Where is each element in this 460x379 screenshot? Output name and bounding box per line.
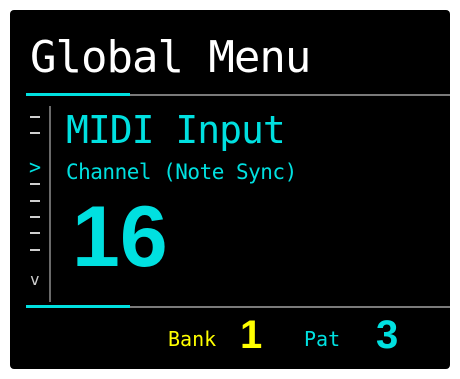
footer-rule-accent [26,305,130,308]
scroll-down-icon: v [30,270,40,289]
pattern-label: Pat [304,327,341,351]
header-rule-accent [26,93,130,96]
menu-scroll-indicator: > v [24,108,44,298]
scroll-tick [30,232,40,234]
device-screen: Global Menu > v MIDI Input Channel (Note… [10,10,450,369]
scroll-tick [30,183,40,185]
selection-cursor-icon: > [29,155,42,179]
page-title: Global Menu [30,32,311,83]
scroll-divider [49,106,51,302]
menu-item-sublabel: Channel (Note Sync) [66,160,297,184]
scroll-tick [30,132,40,134]
header-rule [130,94,450,96]
scroll-tick [30,200,40,202]
footer-rule [130,306,450,308]
scroll-tick [30,216,40,218]
bank-label: Bank [168,327,217,351]
pattern-value: 3 [376,313,399,357]
bank-value: 1 [240,313,263,357]
menu-item-value[interactable]: 16 [72,192,168,282]
scroll-tick [30,116,40,118]
menu-item-label[interactable]: MIDI Input [66,110,286,150]
scroll-tick [30,249,40,251]
